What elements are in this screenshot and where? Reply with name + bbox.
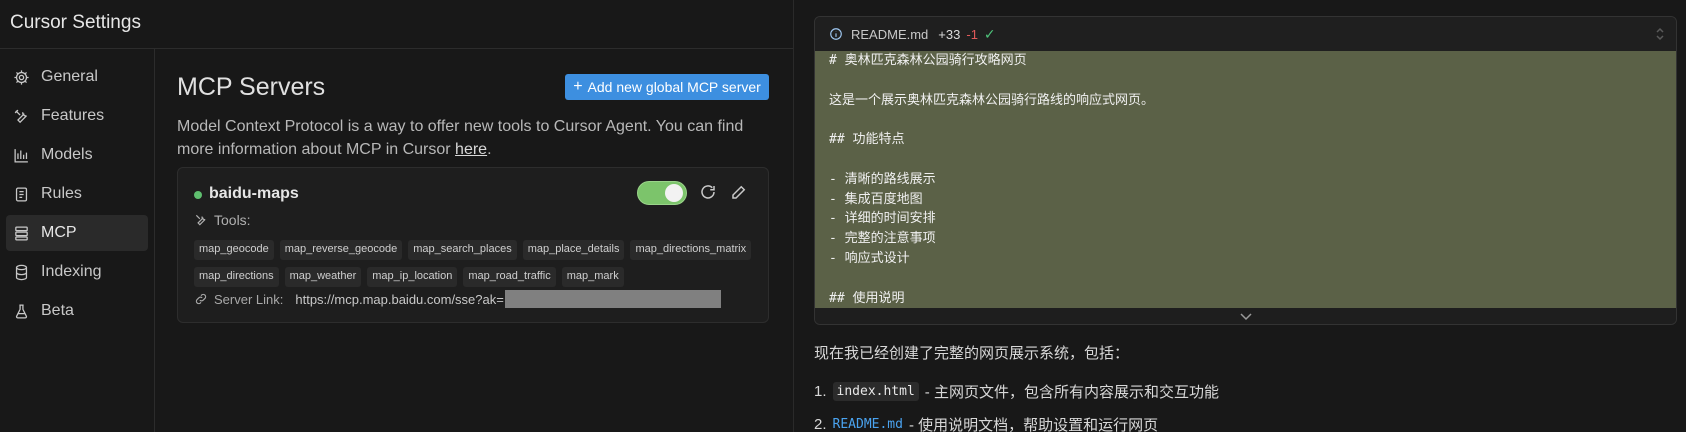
tool-list: map_geocode map_reverse_geocode map_sear… (194, 240, 754, 287)
chart-icon (12, 146, 30, 164)
app-window: Cursor Settings General Features Models (0, 0, 1686, 432)
tools-icon (195, 214, 206, 226)
link-icon (195, 293, 207, 305)
toggle-knob (665, 184, 683, 202)
assistant-message: 现在我已经创建了完整的网页展示系统，包括： (814, 345, 1130, 362)
tool-tag: map_place_details (522, 240, 625, 260)
chevron-updown-icon (1656, 27, 1664, 41)
list-number: 2. (814, 416, 827, 432)
settings-panel: Cursor Settings General Features Models (0, 0, 793, 432)
mcp-description: Model Context Protocol is a way to offer… (177, 115, 769, 161)
code-line: 这是一个展示奥林匹克森林公园骑行路线的响应式网页。 (829, 92, 1155, 108)
expand-diff-button[interactable] (815, 308, 1676, 324)
file-diff-header[interactable]: README.md +33 -1 ✓ (815, 17, 1676, 51)
settings-title: Cursor Settings (10, 12, 141, 33)
sidebar-item-rules[interactable]: Rules (6, 176, 148, 212)
tool-tag: map_mark (561, 267, 624, 287)
tool-tag: map_road_traffic (463, 267, 556, 287)
check-icon: ✓ (983, 25, 996, 42)
settings-sidebar: General Features Models Rules MCP Indexi… (0, 49, 155, 432)
database-icon (12, 263, 30, 281)
tool-tag: map_reverse_geocode (279, 240, 403, 260)
lines-added: +33 (938, 26, 961, 42)
tools-icon (12, 107, 30, 125)
list-item: 2. README.md - 使用说明文档，帮助设置和运行网页 (814, 408, 1219, 432)
add-mcp-server-button[interactable]: + Add new global MCP server (565, 74, 769, 100)
code-line: # 奥林匹克森林公园骑行攻略网页 (829, 53, 1027, 68)
code-diff-content: # 奥林匹克森林公园骑行攻略网页 这是一个展示奥林匹克森林公园骑行路线的响应式网… (815, 51, 1676, 308)
mcp-docs-link[interactable]: here (455, 141, 487, 158)
code-line: - 响应式设计 (829, 250, 910, 266)
code-line: ## 使用说明 (829, 290, 905, 306)
list-item-text: - 主网页文件，包含所有内容展示和交互功能 (924, 384, 1219, 401)
sidebar-item-indexing[interactable]: Indexing (6, 254, 148, 290)
tool-tag: map_directions_matrix (630, 240, 752, 260)
chat-panel: README.md +33 -1 ✓ # 奥林匹克森林公园骑行攻略网页 这是一个… (794, 0, 1686, 432)
sidebar-item-general[interactable]: General (6, 59, 148, 95)
info-icon (830, 28, 842, 40)
server-link-url: https://mcp.map.baidu.com/sse?ak= (295, 291, 504, 307)
description-suffix: . (487, 141, 492, 158)
code-line: ## 功能特点 (829, 132, 905, 148)
tools-header: Tools: (194, 212, 251, 228)
sidebar-item-models[interactable]: Models (6, 137, 148, 173)
refresh-icon[interactable] (699, 183, 719, 203)
status-indicator (194, 191, 202, 199)
sidebar-item-label: Indexing (41, 263, 102, 280)
mcp-server-card: baidu-maps Tools: map_geocode map_revers… (177, 167, 769, 323)
file-diff-block: README.md +33 -1 ✓ # 奥林匹克森林公园骑行攻略网页 这是一个… (814, 16, 1677, 325)
tool-tag: map_search_places (408, 240, 517, 260)
sidebar-item-label: Features (41, 107, 105, 124)
gear-icon (12, 68, 30, 86)
flask-icon (12, 302, 30, 320)
chevron-down-icon (1239, 313, 1252, 321)
file-list: 1. index.html - 主网页文件，包含所有内容展示和交互功能 2. R… (814, 375, 1219, 432)
tool-tag: map_geocode (194, 240, 274, 260)
sidebar-item-label: Models (41, 146, 93, 163)
sidebar-item-label: MCP (41, 224, 77, 241)
server-link-row: Server Link: https://mcp.map.baidu.com/s… (194, 290, 721, 308)
sidebar-item-mcp[interactable]: MCP (6, 215, 148, 251)
server-name: baidu-maps (209, 185, 299, 202)
list-number: 1. (814, 383, 827, 400)
code-line: - 清晰的路线展示 (829, 171, 936, 187)
document-icon (12, 185, 30, 203)
code-line: - 详细的时间安排 (829, 211, 936, 227)
server-icon (12, 224, 30, 242)
sidebar-item-label: General (41, 68, 98, 85)
page-title: MCP Servers (177, 73, 326, 101)
plus-icon: + (573, 78, 583, 95)
code-line: - 集成百度地图 (829, 191, 923, 207)
sidebar-item-beta[interactable]: Beta (6, 293, 148, 329)
sidebar-item-label: Rules (41, 185, 82, 202)
file-link[interactable]: README.md (833, 417, 903, 432)
sidebar-item-features[interactable]: Features (6, 98, 148, 134)
edit-icon[interactable] (730, 183, 750, 203)
tools-label: Tools: (214, 212, 251, 228)
code-line: - 完整的注意事项 (829, 231, 936, 247)
tool-tag: map_ip_location (367, 267, 458, 287)
add-mcp-server-label: Add new global MCP server (587, 79, 761, 95)
tool-tag: map_directions (194, 267, 279, 287)
server-link-label: Server Link: (214, 291, 284, 307)
tool-tag: map_weather (284, 267, 362, 287)
inline-code: index.html (832, 382, 919, 401)
lines-removed: -1 (966, 26, 978, 42)
redacted-key (504, 290, 721, 308)
file-name: README.md (851, 26, 929, 42)
list-item: 1. index.html - 主网页文件，包含所有内容展示和交互功能 (814, 375, 1219, 408)
server-enabled-toggle[interactable] (637, 181, 687, 205)
list-item-text: - 使用说明文档，帮助设置和运行网页 (908, 417, 1159, 432)
sidebar-item-label: Beta (41, 302, 74, 319)
